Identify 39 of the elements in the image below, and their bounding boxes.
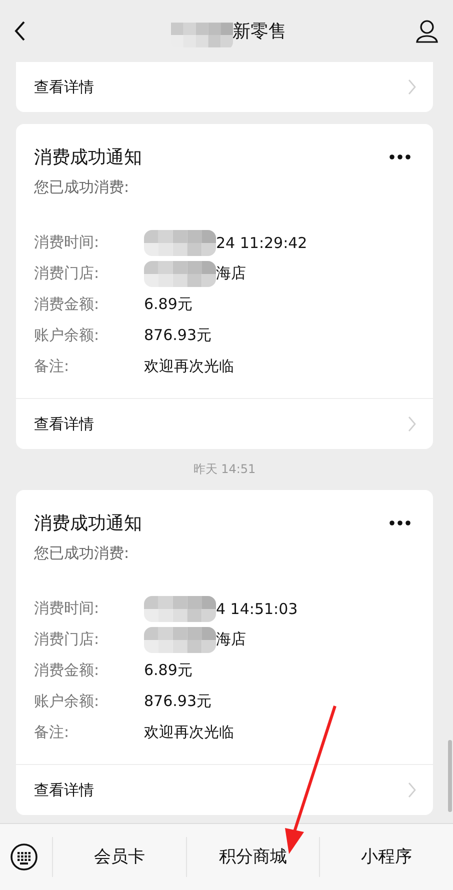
details-link[interactable]: 查看详情 bbox=[16, 399, 433, 449]
field-label: 消费时间: bbox=[34, 599, 100, 618]
chevron-icon bbox=[407, 415, 417, 433]
details-link[interactable]: 查看详情 bbox=[16, 62, 433, 112]
card-title: 消费成功通知 bbox=[34, 512, 142, 535]
field-value: 4 14:51:03 bbox=[216, 600, 298, 618]
message-time: 昨天 14:51 bbox=[192, 461, 257, 478]
field-value: 24 11:29:42 bbox=[216, 234, 308, 252]
keyboard-icon[interactable] bbox=[10, 843, 38, 871]
menu-item[interactable]: 小程序 bbox=[319, 837, 453, 877]
field-label: 备注: bbox=[34, 723, 70, 742]
field-value: 欢迎再次光临 bbox=[144, 723, 234, 742]
field-label: 账户余额: bbox=[34, 326, 100, 345]
chevron-icon bbox=[407, 78, 417, 96]
field-value: 欢迎再次光临 bbox=[144, 357, 234, 376]
field-label: 消费金额: bbox=[34, 295, 100, 314]
more-icon[interactable] bbox=[389, 154, 411, 160]
menu-item[interactable]: 会员卡 bbox=[52, 837, 186, 877]
field-value: 876.93元 bbox=[144, 692, 212, 711]
field-value: 876.93元 bbox=[144, 326, 212, 345]
field-label: 消费金额: bbox=[34, 661, 100, 680]
field-label: 消费门店: bbox=[34, 264, 100, 283]
field-value: 6.89元 bbox=[144, 295, 192, 314]
field-label: 消费时间: bbox=[34, 233, 100, 252]
field-label: 账户余额: bbox=[34, 692, 100, 711]
field-value: 海店 bbox=[216, 630, 246, 649]
more-icon[interactable] bbox=[389, 520, 411, 526]
scrollbar bbox=[448, 740, 452, 812]
field-label: 消费门店: bbox=[34, 630, 100, 649]
card-title: 消费成功通知 bbox=[34, 146, 142, 169]
details-link[interactable]: 查看详情 bbox=[16, 765, 433, 815]
field-value: 6.89元 bbox=[144, 661, 192, 680]
page-title: 新零售 bbox=[232, 20, 286, 43]
field-value: 海店 bbox=[216, 264, 246, 283]
chevron-icon bbox=[407, 781, 417, 799]
card-subtitle: 您已成功消费: bbox=[33, 177, 130, 197]
card-subtitle: 您已成功消费: bbox=[33, 543, 130, 563]
profile-icon[interactable] bbox=[415, 19, 439, 43]
field-label: 备注: bbox=[34, 357, 70, 376]
